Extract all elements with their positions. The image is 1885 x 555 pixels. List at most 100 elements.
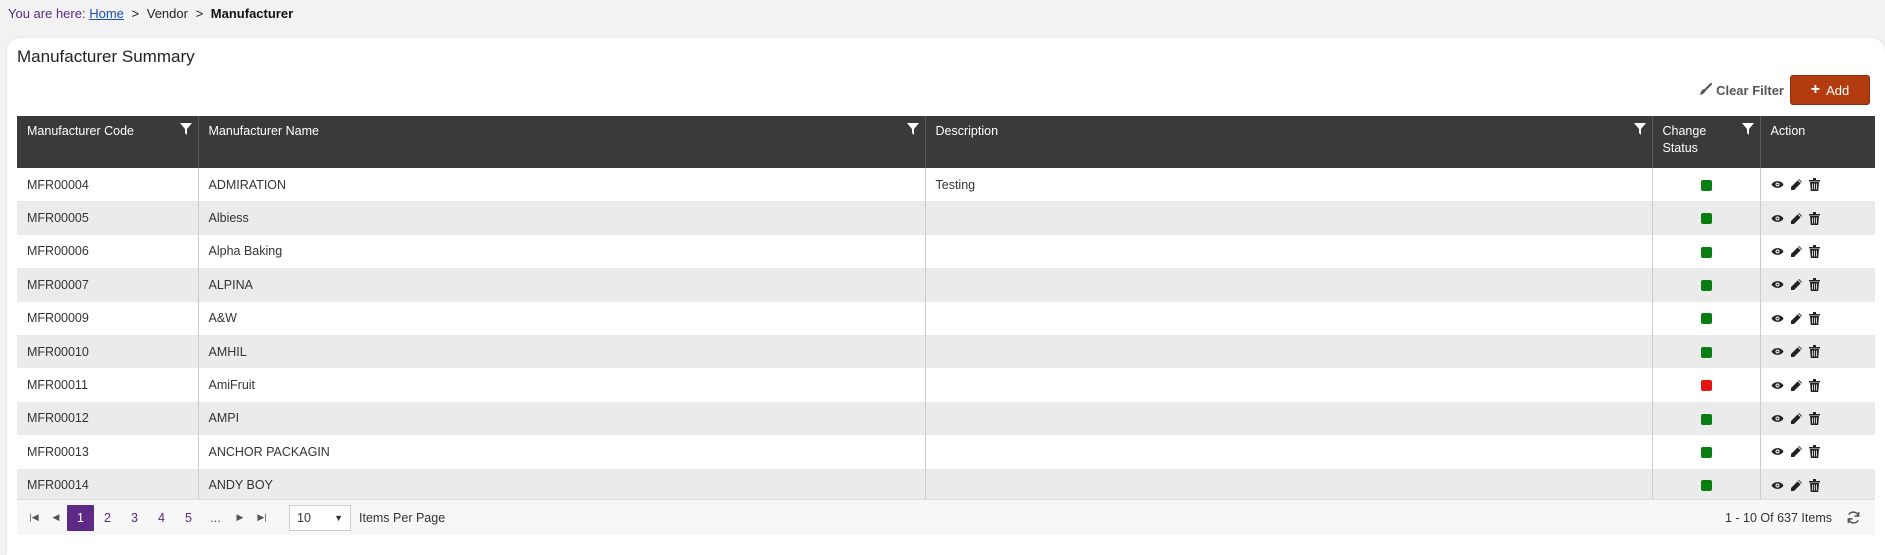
eye-icon[interactable] <box>1771 247 1784 256</box>
table-row: MFR00007 ALPINA <box>17 268 1875 302</box>
breadcrumb-prefix: You are here: <box>8 6 86 21</box>
column-header-action: Action <box>1760 116 1875 168</box>
page-button[interactable]: 3 <box>121 505 148 531</box>
breadcrumb-home-link[interactable]: Home <box>89 6 124 21</box>
cell-name: ALPINA <box>198 268 926 302</box>
pencil-icon[interactable] <box>1790 345 1803 358</box>
last-page-button[interactable]: ▶| <box>251 512 273 523</box>
column-header-code: Manufacturer Code <box>17 116 199 168</box>
cell-code: MFR00013 <box>17 435 199 469</box>
trash-icon[interactable] <box>1808 478 1820 492</box>
eye-icon[interactable] <box>1771 414 1784 423</box>
plus-icon: + <box>1810 81 1821 98</box>
clear-filter-label: Clear Filter <box>1716 82 1784 98</box>
pencil-icon[interactable] <box>1790 212 1803 225</box>
table-row: MFR00010 AMHIL <box>17 334 1875 369</box>
trash-icon[interactable] <box>1808 378 1820 392</box>
next-page-button[interactable]: ▶ <box>229 512 251 523</box>
page-button[interactable]: 5 <box>175 505 202 531</box>
manufacturer-table: Manufacturer Code Manufacturer Name Desc… <box>17 116 1875 502</box>
cell-description <box>925 401 1653 436</box>
prev-page-button[interactable]: ◀ <box>45 512 67 523</box>
pencil-icon[interactable] <box>1790 412 1803 425</box>
table-row: MFR00004 ADMIRATION Testing <box>17 168 1875 202</box>
eye-icon[interactable] <box>1771 347 1784 356</box>
cell-name: AMPI <box>198 401 926 436</box>
column-header-label: Description <box>935 124 999 138</box>
column-header-status: Change Status <box>1652 116 1761 168</box>
first-page-button[interactable]: |◀ <box>23 512 45 523</box>
pencil-icon[interactable] <box>1790 178 1803 191</box>
cell-code: MFR00014 <box>17 468 199 502</box>
pencil-icon[interactable] <box>1790 479 1803 492</box>
status-toggle[interactable] <box>1700 380 1712 392</box>
trash-icon[interactable] <box>1808 178 1820 192</box>
status-toggle[interactable] <box>1700 447 1712 459</box>
cell-name: A&W <box>198 301 926 335</box>
eye-icon[interactable] <box>1771 381 1784 390</box>
eye-icon[interactable] <box>1771 481 1784 490</box>
cell-code: MFR00007 <box>17 268 199 302</box>
page-button[interactable]: 2 <box>94 505 121 531</box>
breadcrumb: You are here: Home > Vendor > Manufactur… <box>8 6 293 21</box>
cell-description <box>925 334 1653 369</box>
trash-icon[interactable] <box>1808 278 1820 292</box>
column-header-label: Change <box>1662 124 1707 138</box>
more-pages-button[interactable]: ... <box>202 505 229 531</box>
toolbar: Clear Filter + Add <box>1698 75 1870 105</box>
eye-icon[interactable] <box>1771 280 1784 289</box>
items-per-page-value: 10 <box>297 510 311 525</box>
cell-code: MFR00004 <box>17 168 199 202</box>
eye-icon[interactable] <box>1771 214 1784 223</box>
cell-description <box>925 468 1653 502</box>
column-header-description: Description <box>925 116 1653 168</box>
filter-icon[interactable] <box>906 123 919 136</box>
status-toggle[interactable] <box>1700 313 1712 325</box>
pencil-icon[interactable] <box>1790 245 1803 258</box>
trash-icon[interactable] <box>1808 445 1820 459</box>
refresh-icon[interactable] <box>1846 510 1861 525</box>
table-row: MFR00011 AmiFruit <box>17 368 1875 402</box>
filter-icon[interactable] <box>1633 123 1646 136</box>
clear-filter-button[interactable]: Clear Filter <box>1698 83 1784 98</box>
cell-code: MFR00011 <box>17 368 199 402</box>
status-toggle[interactable] <box>1700 413 1712 425</box>
status-toggle[interactable] <box>1700 246 1712 258</box>
eye-icon[interactable] <box>1771 314 1784 323</box>
trash-icon[interactable] <box>1808 211 1820 225</box>
cell-description <box>925 201 1653 235</box>
cell-name: AMHIL <box>198 334 926 369</box>
pencil-icon[interactable] <box>1790 445 1803 458</box>
trash-icon[interactable] <box>1808 345 1820 359</box>
cell-name: ANCHOR PACKAGIN <box>198 435 926 469</box>
trash-icon[interactable] <box>1808 311 1820 325</box>
pencil-icon[interactable] <box>1790 278 1803 291</box>
eye-icon[interactable] <box>1771 447 1784 456</box>
page-button[interactable]: 4 <box>148 505 175 531</box>
page-button[interactable]: 1 <box>67 504 94 531</box>
chevron-down-icon: ▼ <box>334 512 343 523</box>
cell-name: AmiFruit <box>198 368 926 402</box>
pencil-icon[interactable] <box>1790 312 1803 325</box>
column-header-label: Action <box>1770 124 1806 138</box>
column-header-label: Status <box>1662 141 1698 155</box>
trash-icon[interactable] <box>1808 411 1820 425</box>
filter-icon[interactable] <box>1741 123 1754 136</box>
eye-icon[interactable] <box>1771 180 1784 189</box>
trash-icon[interactable] <box>1808 244 1820 258</box>
cell-name: ANDY BOY <box>198 468 926 502</box>
status-toggle[interactable] <box>1700 346 1712 358</box>
status-toggle[interactable] <box>1700 280 1712 292</box>
pencil-icon[interactable] <box>1790 379 1803 392</box>
add-button[interactable]: + Add <box>1790 75 1870 105</box>
cell-description <box>925 301 1653 335</box>
status-toggle[interactable] <box>1700 213 1712 225</box>
items-per-page-select[interactable]: 10 ▼ <box>289 504 351 531</box>
cell-name: Alpha Baking <box>198 234 926 269</box>
table-row: MFR00014 ANDY BOY <box>17 468 1875 502</box>
filter-icon[interactable] <box>179 123 192 136</box>
status-toggle[interactable] <box>1700 480 1712 492</box>
cell-code: MFR00010 <box>17 334 199 369</box>
breadcrumb-current: Manufacturer <box>210 6 294 21</box>
status-toggle[interactable] <box>1700 179 1712 191</box>
